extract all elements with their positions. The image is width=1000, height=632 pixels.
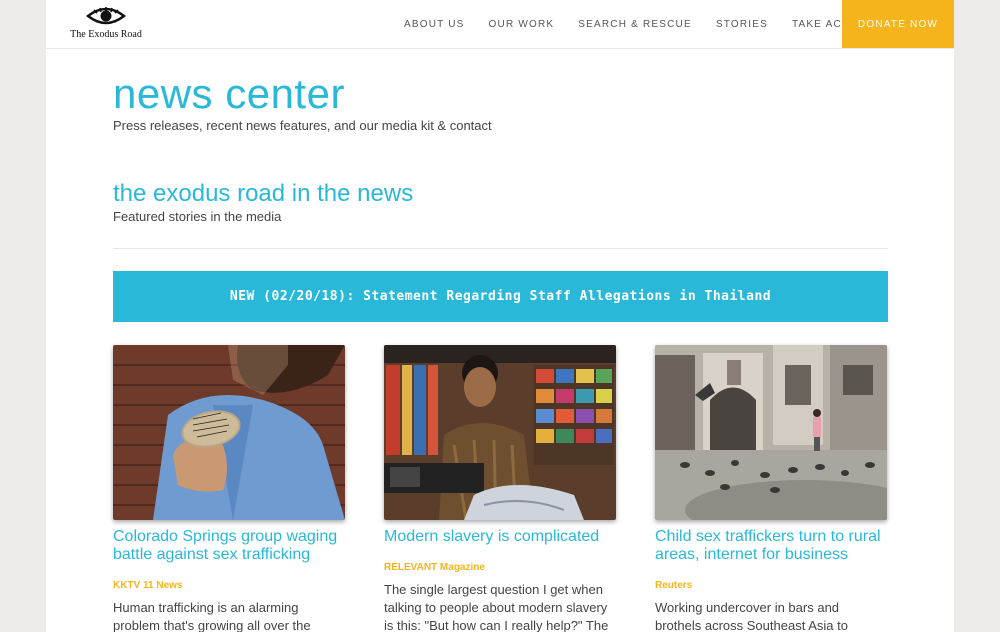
page-title: news center [113, 70, 345, 117]
news-card: Colorado Springs group waging battle aga… [113, 345, 345, 632]
nav-stories[interactable]: STORIES [716, 19, 768, 30]
news-card-image[interactable] [655, 345, 887, 520]
eye-logo-icon [86, 7, 126, 25]
news-card-excerpt: Working undercover in bars and brothels … [655, 600, 848, 632]
news-card-title[interactable]: Child sex traffickers turn to rural area… [655, 528, 887, 564]
news-card-title[interactable]: Modern slavery is complicated [384, 528, 616, 546]
section-subtitle: Featured stories in the media [113, 209, 282, 224]
news-card: Child sex traffickers turn to rural area… [655, 345, 887, 632]
main-nav: ABOUT US OUR WORK SEARCH & RESCUE STORIE… [392, 0, 883, 48]
nav-about-us[interactable]: ABOUT US [404, 19, 465, 30]
news-card-source: RELEVANT Magazine [384, 562, 485, 573]
news-card: Modern slavery is complicated RELEVANT M… [384, 345, 616, 632]
news-card-image[interactable] [384, 345, 616, 520]
news-card-image[interactable] [113, 345, 345, 520]
site-header: The Exodus Road ABOUT US OUR WORK SEARCH… [46, 0, 954, 49]
news-card-source: Reuters [655, 580, 693, 591]
section-title: the exodus road in the news [113, 180, 414, 207]
news-card-excerpt: Human trafficking is an alarming problem… [113, 600, 311, 632]
donate-button[interactable]: DONATE NOW [842, 0, 954, 48]
divider [113, 248, 888, 249]
nav-our-work[interactable]: OUR WORK [489, 19, 555, 30]
news-card-excerpt: The single largest question I get when t… [384, 582, 609, 632]
news-card-source: KKTV 11 News [113, 580, 183, 591]
page-subtitle: Press releases, recent news features, an… [113, 118, 492, 133]
nav-search-rescue[interactable]: SEARCH & RESCUE [578, 19, 692, 30]
statement-banner[interactable]: NEW (02/20/18): Statement Regarding Staf… [113, 271, 888, 322]
logo-text: The Exodus Road [70, 29, 142, 40]
news-card-title[interactable]: Colorado Springs group waging battle aga… [113, 528, 345, 564]
page: The Exodus Road ABOUT US OUR WORK SEARCH… [46, 0, 954, 632]
logo[interactable]: The Exodus Road [64, 6, 148, 42]
